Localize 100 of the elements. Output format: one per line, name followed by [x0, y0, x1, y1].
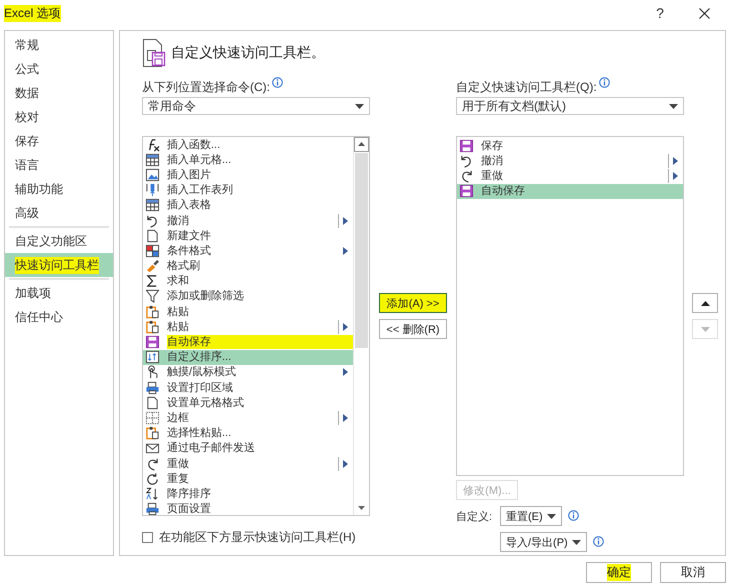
sidebar-label: 信任中心 — [15, 308, 63, 326]
sidebar-item[interactable]: 辅助功能 — [5, 177, 113, 201]
caret-icon — [669, 104, 678, 108]
command-item[interactable]: 页面设置 — [143, 502, 353, 515]
sidebar-item[interactable]: 语言 — [5, 153, 113, 177]
sidebar-item[interactable]: 常规 — [5, 33, 113, 57]
repeat-icon — [145, 472, 160, 486]
submenu-arrow-icon — [342, 368, 348, 376]
command-item[interactable]: 插入单元格... — [143, 152, 353, 168]
command-label: 通过电子邮件发送 — [167, 441, 256, 456]
move-up-button[interactable] — [692, 293, 718, 313]
add-button[interactable]: 添加(A) >> — [379, 293, 447, 313]
undo-icon — [459, 154, 474, 168]
ok-button[interactable]: 确定 — [586, 562, 652, 583]
command-item[interactable]: 设置打印区域 — [143, 380, 353, 396]
submenu-arrow-icon — [342, 216, 348, 225]
command-item[interactable]: 通过电子邮件发送 — [143, 440, 353, 456]
sidebar-item[interactable]: 信任中心 — [5, 305, 113, 329]
customize-label: 自定义: — [456, 510, 494, 524]
table-icon — [145, 152, 160, 167]
help-button[interactable]: ? — [638, 1, 682, 25]
command-item[interactable]: 重做 — [143, 456, 353, 472]
filter-icon — [145, 289, 160, 304]
commands-source-dropdown[interactable]: 常用命令 — [142, 97, 370, 115]
command-item[interactable]: 粘贴 — [143, 304, 353, 320]
colored-grid-icon — [145, 244, 160, 258]
section-title: 自定义快速访问工具栏。 — [171, 44, 325, 62]
scroll-up-icon[interactable] — [354, 137, 369, 152]
sidebar-item[interactable]: 保存 — [5, 129, 113, 153]
submenu-arrow-icon — [342, 246, 348, 255]
printer-icon — [145, 380, 160, 395]
sidebar-item[interactable]: 校对 — [5, 105, 113, 129]
command-item[interactable]: 触摸/鼠标模式 — [143, 364, 353, 380]
command-item[interactable]: 插入表格 — [143, 198, 353, 213]
command-item[interactable]: 条件格式 — [143, 243, 353, 258]
command-item[interactable]: 插入工作表列 — [143, 182, 353, 198]
command-item[interactable]: 添加或删除筛选 — [143, 288, 353, 304]
sort-descending-icon — [145, 486, 160, 501]
submenu-arrow-icon — [342, 460, 348, 468]
command-item[interactable]: 自定义排序... — [143, 350, 353, 365]
submenu-arrow-icon — [342, 414, 348, 422]
info-icon — [272, 77, 283, 88]
command-item[interactable]: 撤消 — [457, 153, 683, 168]
window-title: Excel 选项 — [4, 4, 61, 22]
close-icon — [698, 8, 710, 18]
command-item[interactable]: 重做 — [457, 168, 683, 184]
command-label: 重复 — [167, 472, 190, 486]
undo-icon — [145, 214, 160, 228]
command-label: 撤消 — [481, 154, 504, 168]
command-item[interactable]: 设置单元格格式 — [143, 395, 353, 410]
sidebar-item[interactable]: 自定义功能区 — [5, 229, 113, 253]
submenu-arrow-icon — [342, 322, 348, 331]
reset-dropdown-button[interactable]: 重置(E) — [500, 506, 562, 526]
command-item[interactable]: 格式刷 — [143, 258, 353, 274]
toolbar-scope-dropdown[interactable]: 用于所有文档(默认) — [456, 97, 684, 115]
command-item[interactable]: 重复 — [143, 471, 353, 486]
sidebar-item[interactable]: 高级 — [5, 201, 113, 225]
command-item[interactable]: 自动保存 — [143, 334, 353, 350]
scrollbar[interactable] — [353, 137, 369, 515]
sidebar-item[interactable]: 数据 — [5, 81, 113, 105]
import-export-dropdown-button[interactable]: 导入/导出(P) — [500, 532, 587, 552]
command-label: 自动保存 — [167, 335, 353, 350]
image-icon — [145, 168, 160, 182]
command-item[interactable]: 选择性粘贴... — [143, 426, 353, 441]
info-icon — [592, 536, 604, 546]
sidebar-item[interactable]: 加载项 — [5, 281, 113, 305]
command-label: 自定义排序... — [167, 350, 232, 364]
sidebar-item[interactable]: 公式 — [5, 57, 113, 81]
checkbox[interactable] — [142, 532, 153, 543]
command-item[interactable]: 新建文件 — [143, 228, 353, 244]
command-item[interactable]: 插入图片 — [143, 167, 353, 183]
command-label: 插入图片 — [167, 168, 212, 182]
command-label: 选择性粘贴... — [167, 426, 232, 440]
sidebar-label: 公式 — [15, 60, 39, 78]
scrollbar-thumb[interactable] — [355, 153, 368, 348]
toolbar-document-icon — [142, 38, 168, 68]
clipboard-icon — [145, 304, 160, 319]
command-item[interactable]: 求和 — [143, 274, 353, 289]
command-label: 插入单元格... — [167, 152, 232, 167]
document-icon — [145, 228, 160, 243]
document-icon — [145, 396, 160, 410]
command-item[interactable]: 降序排序 — [143, 486, 353, 502]
command-item[interactable]: 插入函数... — [143, 137, 353, 152]
command-label: 求和 — [167, 274, 190, 288]
cancel-button[interactable]: 取消 — [660, 562, 726, 583]
caret-icon — [546, 514, 556, 518]
sidebar-label: 语言 — [15, 156, 39, 174]
border-icon — [145, 410, 160, 425]
command-item[interactable]: 自动保存 — [457, 184, 683, 199]
command-item[interactable]: 边框 — [143, 410, 353, 426]
remove-button[interactable]: << 删除(R) — [379, 319, 447, 339]
sidebar-item[interactable]: 快速访问工具栏 — [5, 253, 113, 277]
sidebar-label: 校对 — [15, 108, 39, 126]
field-label: 从下列位置选择命令(C): — [142, 79, 270, 96]
command-label: 自动保存 — [481, 184, 526, 198]
table-icon — [145, 198, 160, 212]
field-label: 自定义快速访问工具栏(Q): — [456, 79, 597, 96]
command-item[interactable]: 撤消 — [143, 212, 353, 228]
command-item[interactable]: 粘贴 — [143, 319, 353, 334]
command-item[interactable]: 保存 — [457, 138, 683, 154]
